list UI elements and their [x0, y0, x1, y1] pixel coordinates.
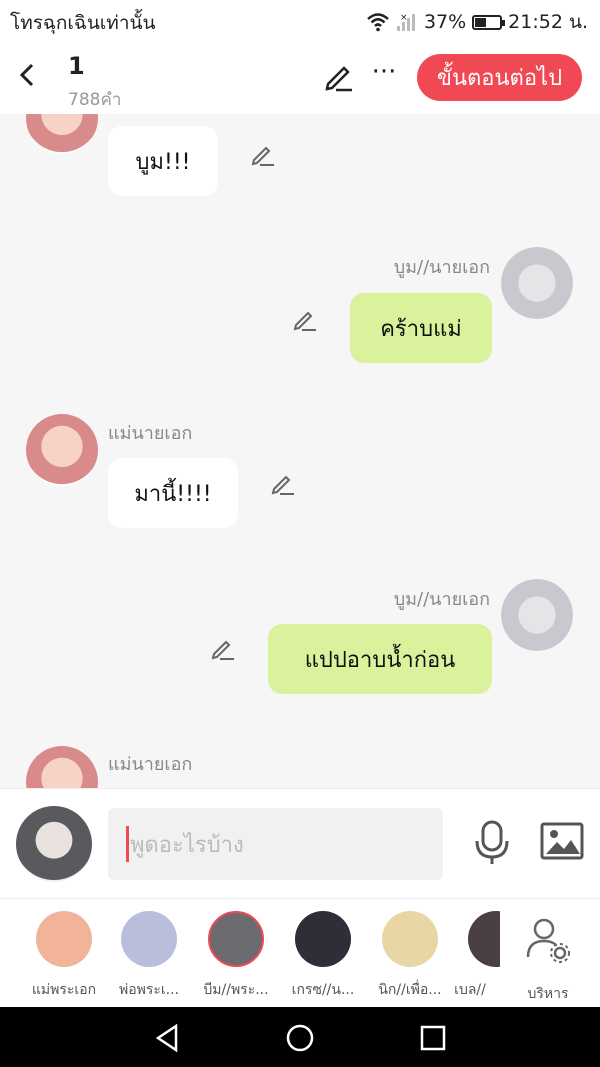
- battery-percent: 37%: [423, 11, 467, 33]
- signal-icon: ×: [396, 13, 415, 31]
- speaker-name: แม่นายเอก: [108, 423, 193, 444]
- clock: 21:52 น.: [508, 11, 588, 33]
- character-selector: แม่พระเอก พ่อพระเ... บีม//พระ... เกรซ//น…: [0, 898, 600, 1008]
- character-label: พ่อพระเ...: [118, 982, 180, 998]
- episode-title: 1: [68, 52, 85, 80]
- carrier-text: โทรฉุกเฉินเท่านั้น: [10, 12, 156, 34]
- character-item[interactable]: เบล//: [440, 911, 500, 1001]
- battery-icon: [472, 14, 506, 30]
- word-count: 788คำ: [68, 90, 122, 110]
- circle-home-icon[interactable]: [283, 1021, 317, 1055]
- next-step-button[interactable]: ขั้นตอนต่อไป: [417, 54, 582, 101]
- story-header: 1 788คำ ··· ขั้นตอนต่อไป: [0, 40, 600, 114]
- svg-text:×: ×: [400, 13, 408, 23]
- avatar-mom[interactable]: [26, 414, 98, 486]
- character-avatar: [121, 911, 177, 967]
- more-options-button[interactable]: ···: [370, 59, 398, 94]
- wifi-icon: [367, 13, 389, 32]
- avatar-mom[interactable]: [26, 114, 98, 154]
- character-item[interactable]: พ่อพระเ...: [107, 911, 191, 1001]
- character-avatar: [36, 911, 92, 967]
- manage-users-icon: [526, 918, 570, 963]
- speaker-name: บูม//นายเอก: [393, 257, 490, 278]
- character-avatar: [382, 911, 438, 967]
- character-item-selected[interactable]: บีม//พระ...: [194, 911, 278, 1001]
- speaker-name: แม่นายเอก: [108, 754, 193, 775]
- message-bubble[interactable]: มานี้!!!!: [108, 458, 238, 528]
- character-item[interactable]: แม่พระเอก: [22, 911, 106, 1001]
- triangle-back-icon[interactable]: [150, 1021, 184, 1055]
- system-nav-bar: [0, 1007, 600, 1067]
- status-icons: × 37% 21:52 น.: [366, 7, 588, 37]
- back-button[interactable]: [14, 58, 40, 92]
- avatar-boom[interactable]: [501, 247, 573, 319]
- edit-message-icon[interactable]: [250, 142, 276, 168]
- character-label: แม่พระเอก: [31, 982, 97, 998]
- edit-message-icon[interactable]: [292, 307, 318, 333]
- edit-message-icon[interactable]: [270, 471, 296, 497]
- manage-label: บริหาร: [527, 986, 569, 1002]
- message-input[interactable]: พูดอะไรบ้าง: [108, 808, 443, 880]
- status-bar: โทรฉุกเฉินเท่านั้น × 37% 21:52 น.: [0, 0, 600, 40]
- chevron-left-icon: [19, 63, 34, 87]
- pencil-icon: [325, 66, 352, 92]
- character-avatar: [468, 911, 500, 967]
- square-recent-icon[interactable]: [416, 1021, 450, 1055]
- manage-characters-button[interactable]: บริหาร: [506, 911, 590, 1005]
- composer-bar: พูดอะไรบ้าง: [0, 788, 600, 898]
- speaker-name: บูม//นายเอก: [393, 589, 490, 610]
- message-bubble[interactable]: บูม!!!: [108, 126, 218, 196]
- avatar-mom[interactable]: [26, 746, 98, 788]
- character-avatar: [208, 911, 264, 967]
- microphone-icon[interactable]: [470, 819, 514, 867]
- image-icon[interactable]: [540, 821, 584, 861]
- message-bubble[interactable]: แปปอาบน้ำก่อน: [268, 624, 492, 694]
- selected-character-avatar[interactable]: [16, 806, 92, 882]
- avatar-boom[interactable]: [501, 579, 573, 651]
- edit-message-icon[interactable]: [210, 636, 236, 662]
- text-caret: [126, 826, 129, 862]
- character-label: เบล//: [454, 982, 486, 998]
- character-item[interactable]: เกรซ//น...: [281, 911, 365, 1001]
- chat-area[interactable]: บูม!!! บูม//นายเอก คร้าบแม่ แม่นายเอก มา…: [0, 114, 600, 788]
- character-label: เกรซ//น...: [291, 982, 355, 998]
- message-bubble[interactable]: คร้าบแม่: [350, 293, 492, 363]
- edit-title-button[interactable]: [322, 60, 356, 94]
- character-label: บีม//พระ...: [203, 982, 269, 998]
- character-avatar: [295, 911, 351, 967]
